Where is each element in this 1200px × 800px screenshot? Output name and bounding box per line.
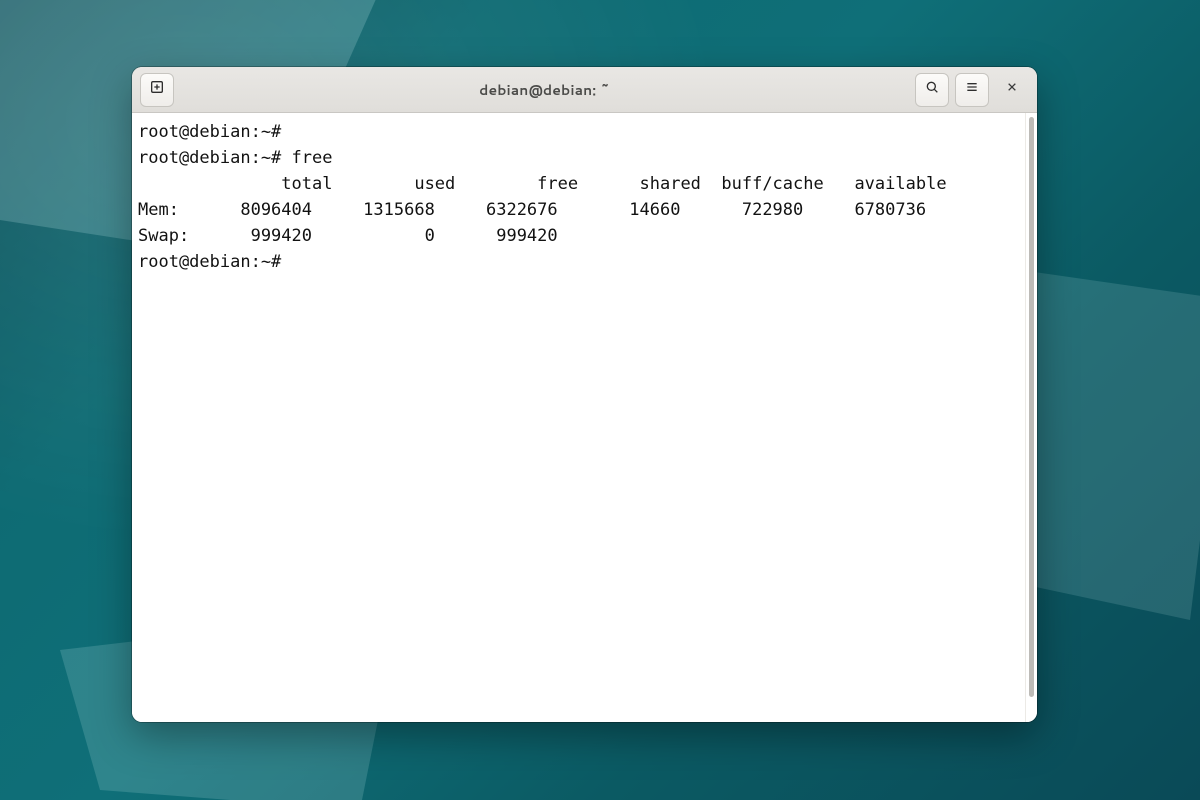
new-tab-button[interactable]: [140, 73, 174, 107]
search-icon: [924, 78, 940, 101]
menu-button[interactable]: [955, 73, 989, 107]
new-tab-icon: [149, 78, 165, 101]
terminal-window: debian@debian: ~ root@debian:~# root@deb…: [132, 67, 1037, 722]
window-title: debian@debian: ~: [180, 80, 909, 100]
search-button[interactable]: [915, 73, 949, 107]
scrollbar-thumb[interactable]: [1029, 117, 1034, 697]
close-icon: [1004, 78, 1020, 101]
close-button[interactable]: [995, 73, 1029, 107]
hamburger-icon: [964, 78, 980, 101]
titlebar: debian@debian: ~: [132, 67, 1037, 113]
scrollbar[interactable]: [1025, 113, 1037, 722]
terminal-output[interactable]: root@debian:~# root@debian:~# free total…: [132, 113, 1025, 722]
